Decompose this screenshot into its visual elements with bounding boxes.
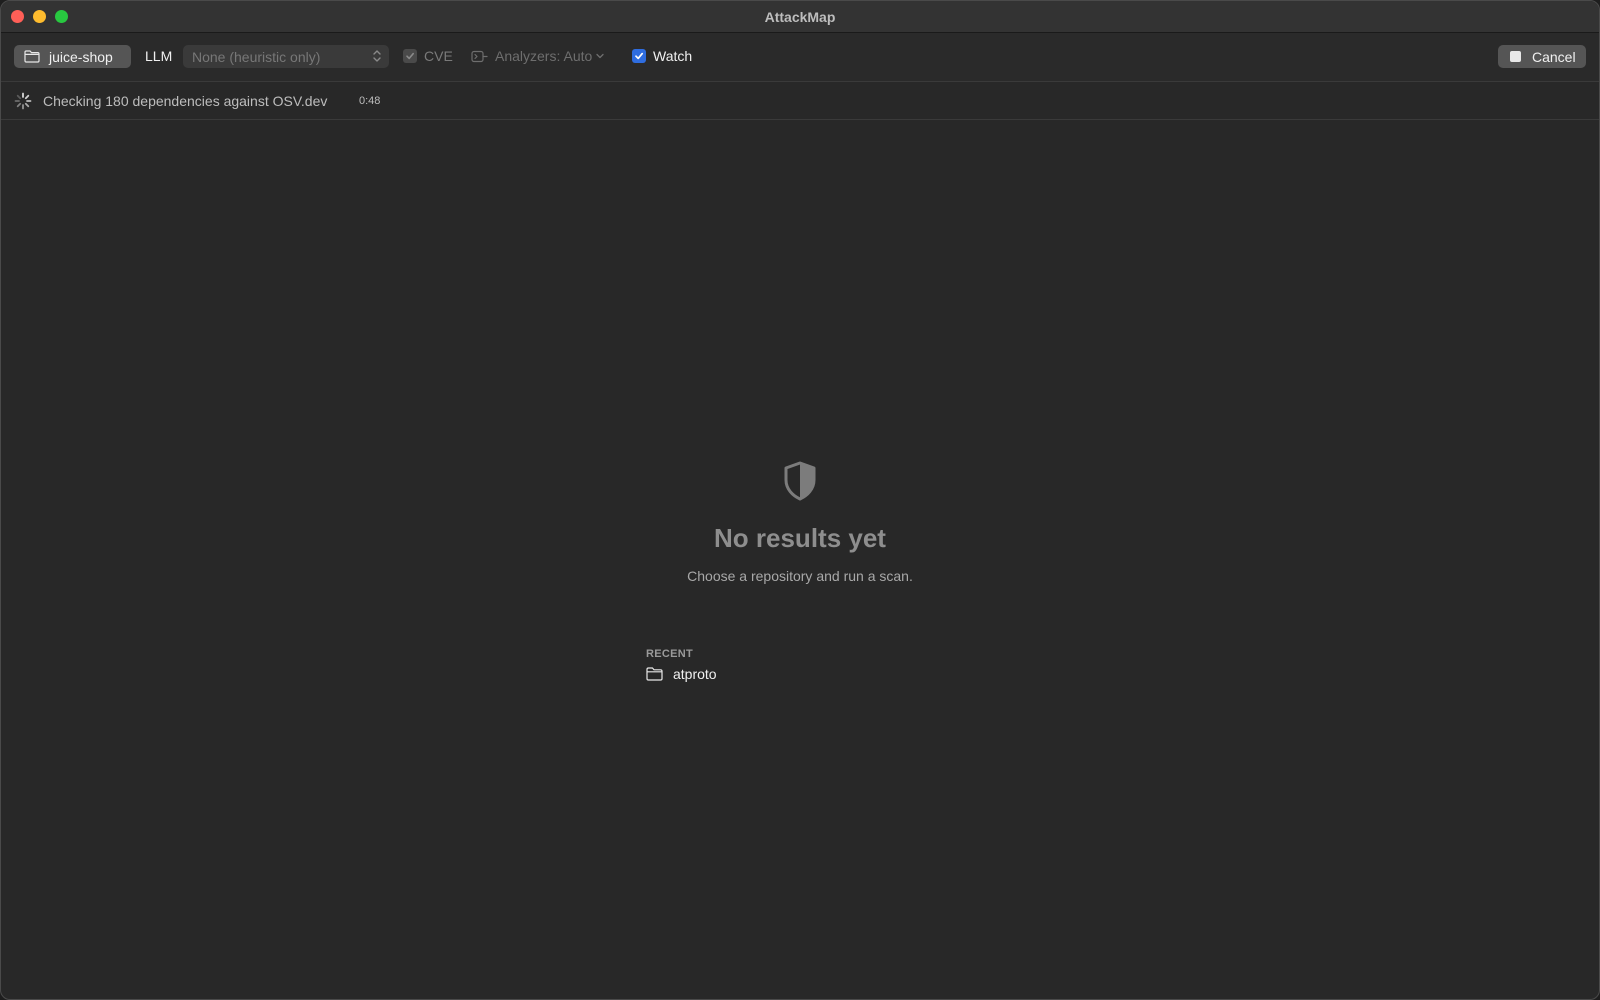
- cve-label: CVE: [424, 48, 453, 64]
- checkmark-icon: [406, 52, 414, 60]
- cancel-button[interactable]: Cancel: [1498, 45, 1586, 68]
- llm-select-value: None (heuristic only): [192, 48, 321, 65]
- empty-state: No results yet Choose a repository and r…: [1, 461, 1599, 584]
- chevron-up-down-icon: [373, 50, 381, 62]
- folder-icon: [24, 50, 40, 63]
- app-window: AttackMap juice-shop LLM None (heuristic…: [0, 0, 1600, 1000]
- llm-select[interactable]: None (heuristic only): [183, 45, 389, 68]
- watch-toggle[interactable]: Watch: [632, 48, 692, 64]
- llm-label: LLM: [145, 48, 173, 64]
- recent-label: RECENT: [646, 648, 694, 660]
- repository-button-label: juice-shop: [49, 48, 113, 65]
- toolbar: juice-shop LLM None (heuristic only) CVE…: [1, 33, 1599, 82]
- empty-state-title: No results yet: [714, 523, 886, 553]
- repository-button[interactable]: juice-shop: [14, 45, 131, 68]
- analyzers-menu[interactable]: Analyzers: Auto: [471, 48, 604, 64]
- checkmark-icon: [635, 52, 644, 60]
- elapsed-time: 0:48: [359, 95, 381, 107]
- chevron-down-icon: [596, 53, 604, 59]
- recent-item-atproto[interactable]: atproto: [646, 666, 717, 682]
- folder-icon: [646, 667, 663, 681]
- stop-icon: [1510, 51, 1521, 62]
- empty-state-subtitle: Choose a repository and run a scan.: [687, 568, 913, 584]
- cve-checkbox[interactable]: [403, 49, 417, 63]
- analyzers-label: Analyzers: Auto: [495, 48, 593, 64]
- status-bar: Checking 180 dependencies against OSV.de…: [1, 82, 1599, 120]
- window-title: AttackMap: [764, 9, 836, 25]
- cancel-button-label: Cancel: [1532, 48, 1576, 65]
- recent-item-label: atproto: [673, 666, 717, 682]
- status-message: Checking 180 dependencies against OSV.de…: [43, 93, 328, 109]
- shield-icon: [784, 461, 816, 501]
- recent-section: RECENT atproto: [646, 648, 717, 682]
- spinner-icon: [14, 92, 32, 110]
- watch-checkbox[interactable]: [632, 49, 646, 63]
- cve-toggle[interactable]: CVE: [403, 48, 453, 64]
- analyzer-icon: [471, 50, 488, 62]
- watch-label: Watch: [653, 48, 693, 64]
- title-bar: AttackMap: [1, 1, 1599, 33]
